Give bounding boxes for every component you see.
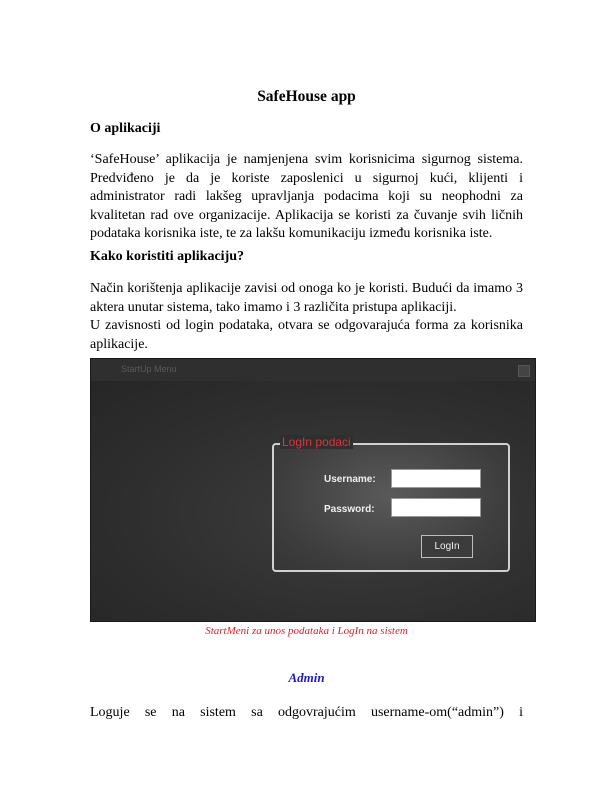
figure-caption: StartMeni za unos podataka i LogIn na si…: [205, 625, 408, 637]
startup-menu-screenshot: StartUp Menu LogIn podaci Username: Pass…: [90, 358, 536, 622]
paragraph-line: aplikacije.: [90, 336, 148, 352]
window-titlebar: StartUp Menu: [91, 359, 535, 382]
paragraph-line: U zavisnosti od login podataka, otvara s…: [90, 318, 523, 333]
login-button[interactable]: LogIn: [421, 535, 473, 558]
admin-heading: Admin: [288, 670, 325, 685]
section-heading-usage: Kako koristiti aplikaciju?: [90, 249, 245, 264]
username-input[interactable]: [391, 469, 481, 488]
username-label: Username:: [324, 474, 376, 485]
paragraph-line: ‘SafeHouse’ aplikacija je namjenjena svi…: [90, 152, 523, 167]
window-body: LogIn podaci Username: Password: LogIn: [91, 381, 535, 621]
password-label: Password:: [324, 504, 375, 515]
paragraph-usage: Način korištenja aplikacije zavisi od on…: [90, 280, 523, 354]
paragraph-line: Način korištenja aplikacije zavisi od on…: [90, 281, 523, 296]
password-input[interactable]: [391, 498, 481, 517]
paragraph-admin: Loguje se na sistem sa odgovrajućim user…: [90, 704, 523, 723]
paragraph-line: aktera unutar sistema, tako imamo i 3 ra…: [90, 299, 457, 315]
section-heading-about: O aplikaciji: [90, 121, 161, 136]
paragraph-line: Predviđeno je da je koriste zaposlenici …: [90, 170, 523, 186]
document-page: SafeHouse app O aplikaciji ‘SafeHouse’ a…: [0, 0, 613, 791]
login-groupbox: LogIn podaci Username: Password: LogIn: [272, 435, 510, 572]
paragraph-line: podataka korisnika iste, te za lakšu kom…: [90, 226, 493, 241]
window-title: StartUp Menu: [121, 364, 177, 374]
paragraph-about: ‘SafeHouse’ aplikacija je namjenjena svi…: [90, 151, 523, 244]
paragraph-line: administrator radi lakšeg upravljanja po…: [90, 189, 523, 204]
login-group-label: LogIn podaci: [280, 435, 353, 449]
document-title: SafeHouse app: [257, 88, 356, 105]
close-icon[interactable]: [518, 365, 530, 377]
paragraph-line: Loguje se na sistem sa odgovrajućim user…: [90, 705, 523, 720]
paragraph-line: kvalitetan rad ove organizacije. Aplikac…: [90, 207, 523, 223]
